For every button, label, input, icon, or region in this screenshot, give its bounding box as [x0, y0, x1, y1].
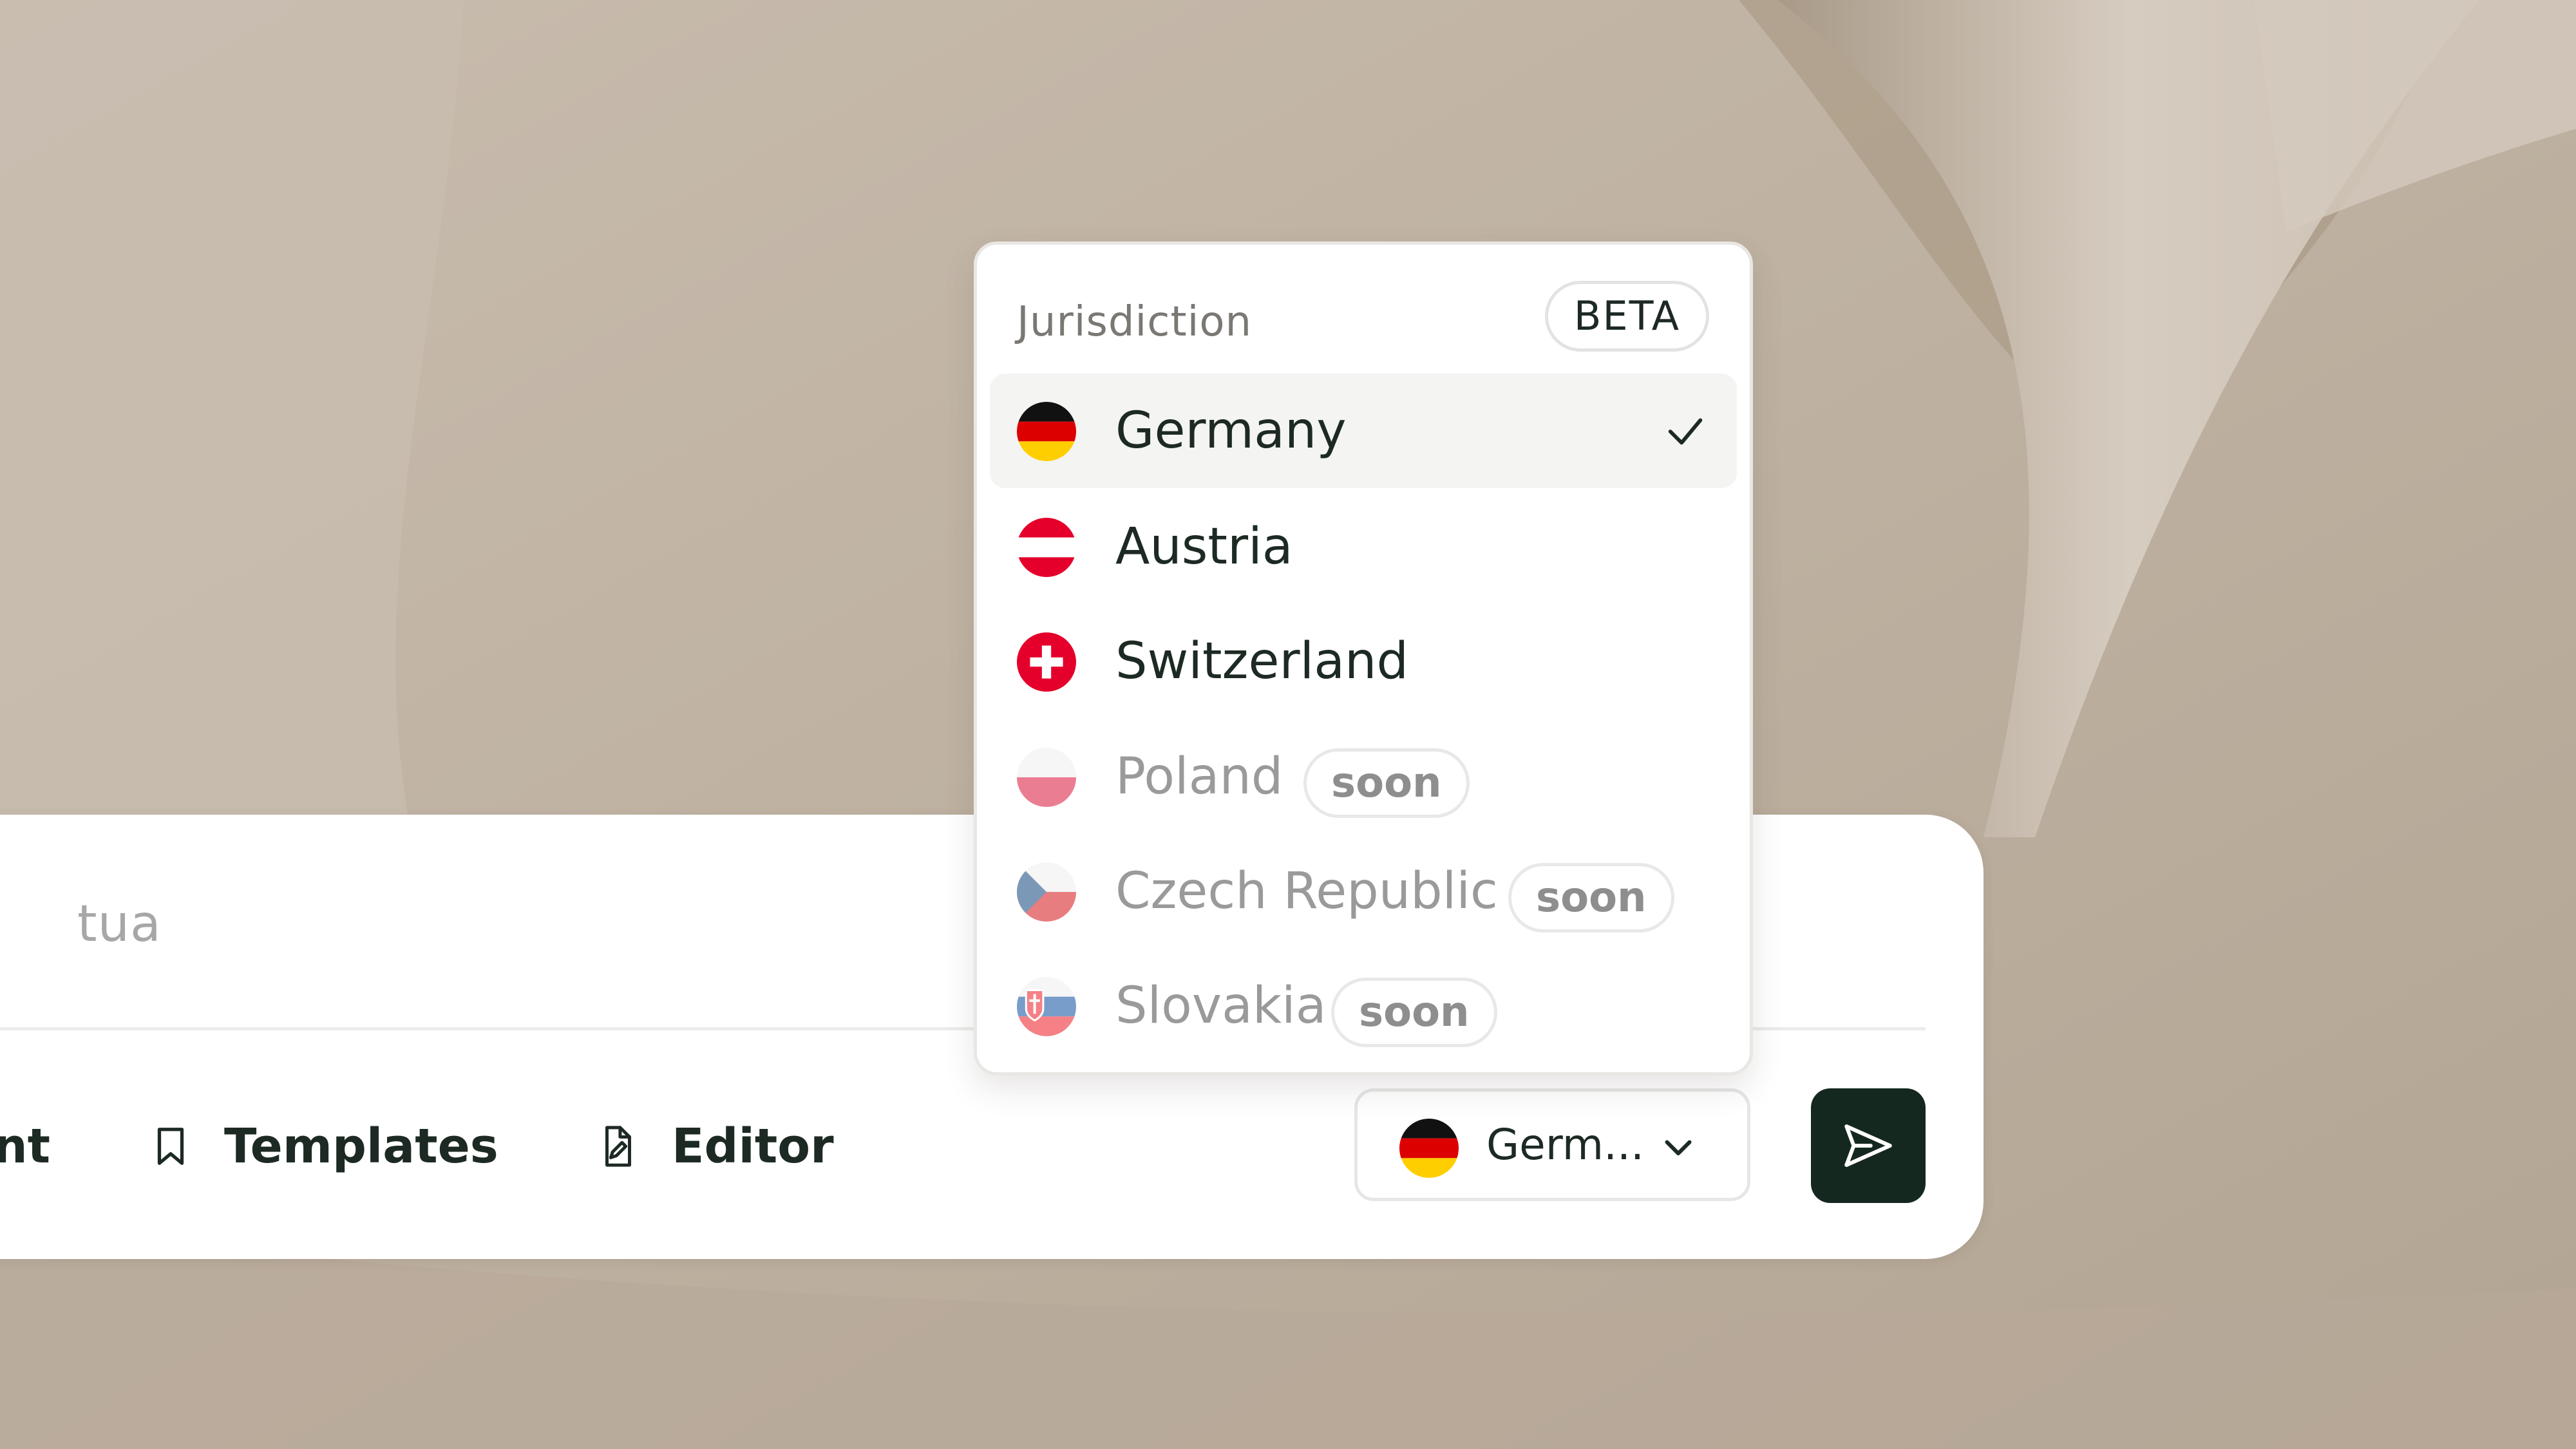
file-edit-icon: [605, 1126, 631, 1167]
soon-badge: soon: [1303, 748, 1470, 818]
option-label: Switzerland: [1115, 632, 1408, 690]
option-austria[interactable]: Austria: [990, 489, 1737, 604]
templates-label: Templates: [224, 1119, 498, 1174]
option-czech-republic: Czech Republic soon: [990, 834, 1737, 949]
jurisdiction-select[interactable]: Germ...: [1354, 1088, 1750, 1201]
option-label: Germany: [1115, 402, 1347, 460]
poland-flag-icon: [1017, 748, 1076, 807]
option-label: Poland: [1115, 748, 1283, 806]
switzerland-flag-icon: [1017, 632, 1076, 692]
editor-label: Editor: [672, 1119, 834, 1174]
toolbar-partial-label: nt: [0, 1119, 51, 1174]
dropdown-title: Jurisdiction: [1017, 298, 1253, 346]
soon-badge: soon: [1508, 863, 1674, 933]
germany-flag-icon: [1399, 1119, 1459, 1178]
germany-flag-icon: [1017, 402, 1076, 461]
option-poland: Poland soon: [990, 719, 1737, 834]
templates-button[interactable]: Templates: [148, 1111, 498, 1182]
czech-flag-icon: [1017, 862, 1076, 922]
editor-button[interactable]: Editor: [596, 1111, 834, 1182]
option-label: Czech Republic: [1115, 862, 1498, 920]
option-label: Austria: [1115, 518, 1293, 576]
send-button[interactable]: [1811, 1088, 1926, 1203]
jurisdiction-dropdown: Jurisdiction BETA Germany Austria Switze…: [974, 242, 1753, 1075]
slovakia-flag-icon: [1017, 977, 1076, 1036]
toolbar-partial-button[interactable]: nt: [0, 1111, 50, 1182]
bookmark-icon: [157, 1128, 184, 1165]
option-germany[interactable]: Germany: [990, 374, 1737, 488]
option-label: Slovakia: [1115, 977, 1327, 1035]
prompt-input[interactable]: tua: [77, 886, 162, 963]
soon-badge: soon: [1331, 978, 1497, 1047]
jurisdiction-select-value: Germ...: [1486, 1120, 1644, 1170]
chevron-down-icon: [1665, 1140, 1692, 1155]
option-slovakia: Slovakia soon: [990, 949, 1737, 1063]
send-icon: [1844, 1124, 1892, 1167]
option-switzerland[interactable]: Switzerland: [990, 604, 1737, 719]
checkmark-icon: [1668, 418, 1703, 445]
austria-flag-icon: [1017, 518, 1076, 577]
beta-badge: BETA: [1545, 281, 1709, 352]
